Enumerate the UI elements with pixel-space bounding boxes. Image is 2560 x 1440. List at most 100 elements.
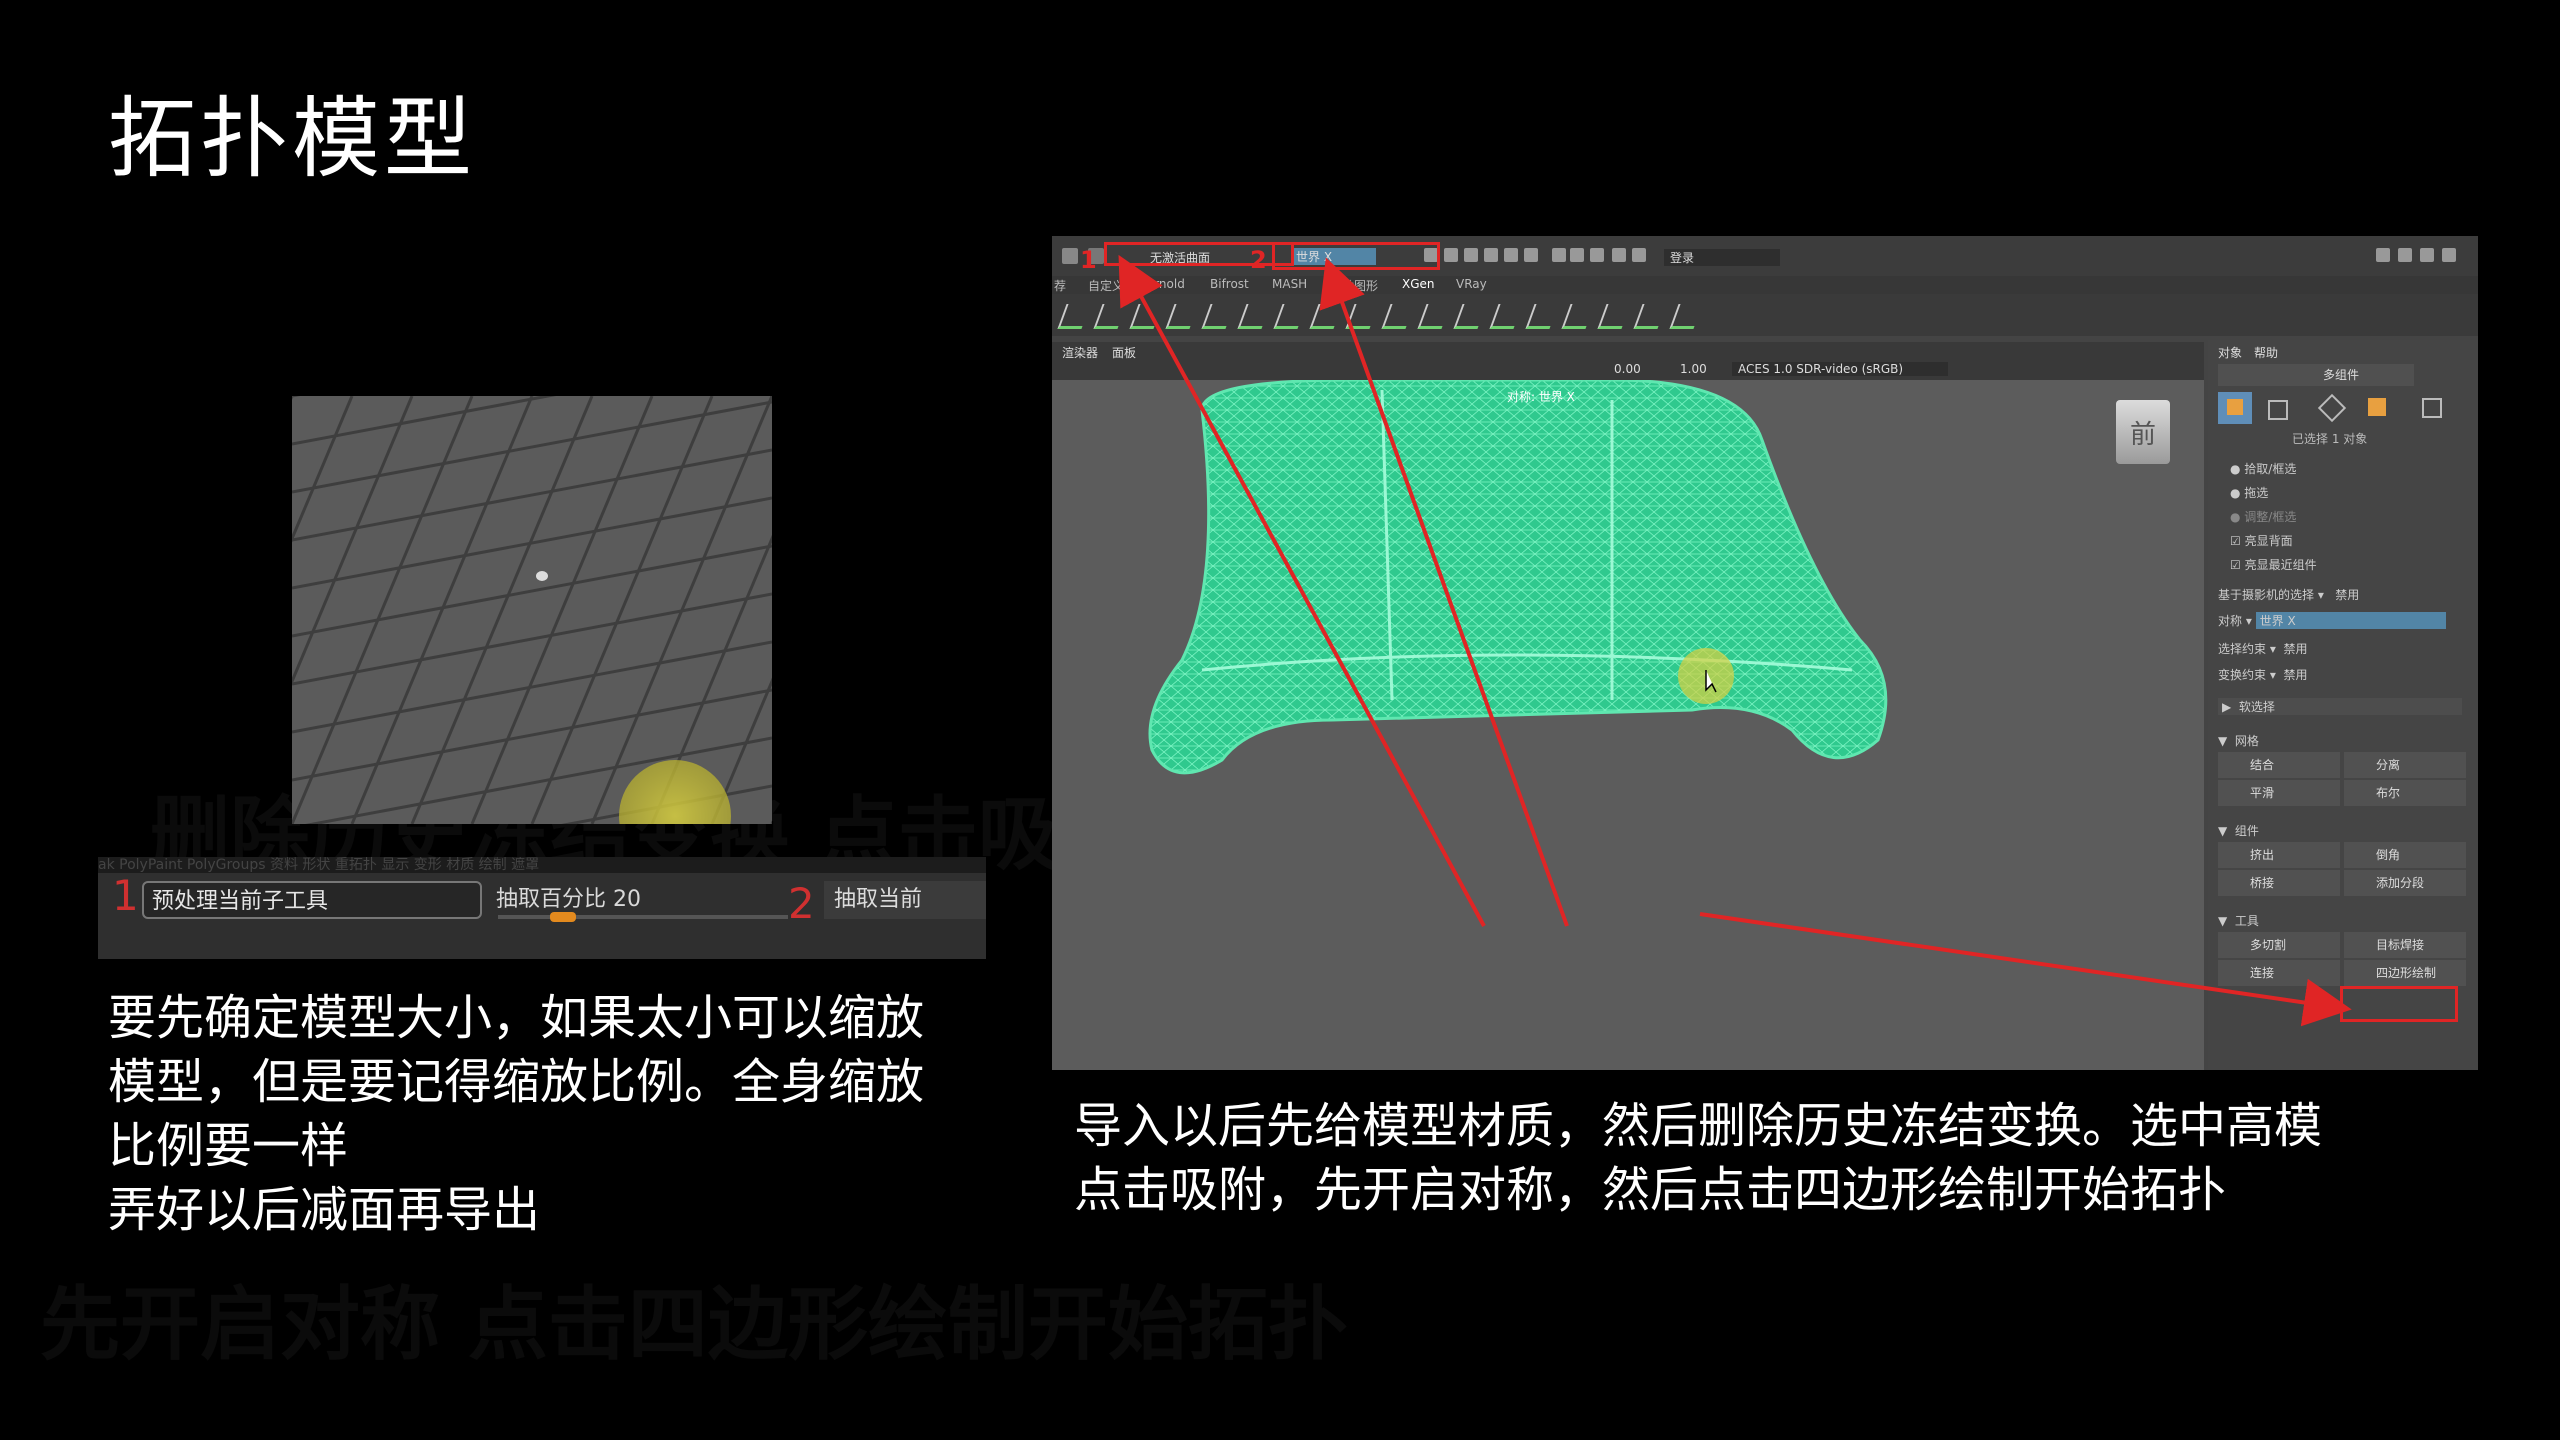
shelf-tab[interactable]: 运动图形: [1330, 277, 1378, 294]
vertex-mode-icon[interactable]: [2268, 400, 2288, 420]
preprocess-subtool-button[interactable]: 预处理当前子工具: [142, 881, 482, 919]
soft-select-section[interactable]: ▶ 软选择: [2218, 698, 2462, 715]
multi-cut-button[interactable]: 多切割: [2218, 932, 2340, 958]
toolbar-icon[interactable]: [1552, 248, 1566, 262]
annotation-number-1: 1: [1080, 246, 1097, 274]
shelf-tool-icon[interactable]: [1597, 304, 1631, 329]
transform-constraint-value: 禁用: [2283, 668, 2308, 682]
transform-constraint-row[interactable]: 变换约束 ▾ 禁用: [2218, 666, 2308, 683]
option-label: 调整/框选: [2244, 510, 2297, 524]
camera-based-selection[interactable]: 基于摄影机的选择 ▾ 禁用: [2218, 586, 2359, 603]
shelf-tab[interactable]: VRay: [1456, 277, 1487, 291]
shelf-tool-icon[interactable]: [1453, 304, 1487, 329]
shelf-tab[interactable]: 荐: [1054, 277, 1066, 294]
option-tweak-marquee[interactable]: ● 调整/框选: [2230, 508, 2296, 525]
target-weld-button[interactable]: 目标焊接: [2344, 932, 2466, 958]
shelf-tool-icon[interactable]: [1381, 304, 1415, 329]
connect-button[interactable]: 连接: [2218, 960, 2340, 986]
shelf-tab[interactable]: Bifrost: [1210, 277, 1249, 291]
add-divisions-button[interactable]: 添加分段: [2344, 870, 2466, 896]
bevel-button[interactable]: 倒角: [2344, 842, 2466, 868]
shelf-tool-icon[interactable]: [1057, 304, 1091, 329]
viewport-symmetry-label: 对称: 世界 X: [1507, 390, 1575, 404]
wireframe-mesh: [1148, 380, 1888, 775]
shelf-tool-icon[interactable]: [1489, 304, 1523, 329]
shelf-tool-icon[interactable]: [1309, 304, 1343, 329]
bridge-button[interactable]: 桥接: [2218, 870, 2340, 896]
color-space-dropdown[interactable]: ACES 1.0 SDR-video (sRGB): [1732, 362, 1948, 376]
toolbar-icon[interactable]: [2442, 248, 2456, 262]
zbrush-decimation-panel: ak PolyPaint PolyGroups 资料 形状 重拓扑 显示 变形 …: [98, 857, 986, 959]
view-cube[interactable]: 前: [2116, 400, 2170, 464]
gamma-field[interactable]: 1.00: [1680, 362, 1707, 376]
left-caption: 要先确定模型大小，如果太小可以缩放 模型，但是要记得缩放比例。全身缩放 比例要一…: [108, 986, 1028, 1242]
uv-mode-icon[interactable]: [2422, 398, 2442, 418]
select-constraint-row[interactable]: 选择约束 ▾ 禁用: [2218, 640, 2308, 657]
shelf-tool-icon[interactable]: [1237, 304, 1271, 329]
option-pick-marquee[interactable]: ● 拾取/框选: [2230, 460, 2296, 477]
shelf-tool-icon[interactable]: [1633, 304, 1667, 329]
option-highlight-backfaces[interactable]: ☑ 亮显背面: [2230, 532, 2293, 549]
option-label: 亮显背面: [2244, 534, 2293, 548]
shelf-tab[interactable]: XGen: [1402, 277, 1435, 291]
decimate-current-button[interactable]: 抽取当前: [824, 881, 986, 919]
option-drag[interactable]: ● 拖选: [2230, 484, 2268, 501]
login-dropdown[interactable]: 登录: [1664, 249, 1780, 266]
separate-button[interactable]: 分离: [2344, 752, 2466, 778]
side-tab-object[interactable]: 对象: [2218, 344, 2242, 361]
panels-menu[interactable]: 面板: [1112, 344, 1136, 361]
shelf-tool-icon[interactable]: [1417, 304, 1451, 329]
symmetry-row[interactable]: 对称 ▾ 世界 X: [2218, 612, 2446, 629]
shelf-tool-icon[interactable]: [1561, 304, 1595, 329]
toolbar-icon[interactable]: [2398, 248, 2412, 262]
face-mode-icon[interactable]: [2368, 398, 2386, 416]
shelf-tab[interactable]: MASH: [1272, 277, 1307, 291]
component-button-row: 挤出 倒角: [2218, 842, 2468, 868]
boolean-button[interactable]: 布尔: [2344, 780, 2466, 806]
maya-viewport[interactable]: 对称: 世界 X 前: [1052, 380, 2204, 1070]
mesh-section-header[interactable]: ▼ 网格: [2218, 732, 2259, 749]
shelf-tool-icon[interactable]: [1273, 304, 1307, 329]
side-tab-help[interactable]: 帮助: [2254, 344, 2278, 361]
renderer-menu[interactable]: 渲染器: [1062, 344, 1098, 361]
selection-mode-icons: [2218, 392, 2468, 424]
symmetry-value-field[interactable]: 世界 X: [2255, 612, 2446, 629]
toolbar-icon[interactable]: [1464, 248, 1478, 262]
undo-icon[interactable]: [1062, 248, 1078, 264]
toolbar-icon[interactable]: [1612, 248, 1626, 262]
toolbar-icon[interactable]: [1504, 248, 1518, 262]
extrude-button[interactable]: 挤出: [2218, 842, 2340, 868]
shelf-tool-icon[interactable]: [1129, 304, 1163, 329]
combine-button[interactable]: 结合: [2218, 752, 2340, 778]
toolbar-icon[interactable]: [1590, 248, 1604, 262]
option-highlight-nearest[interactable]: ☑ 亮显最近组件: [2230, 556, 2317, 573]
toolbar-icon[interactable]: [1524, 248, 1538, 262]
toolbar-icon[interactable]: [1570, 248, 1584, 262]
toolbar-icon[interactable]: [2376, 248, 2390, 262]
viewport-panel-bar: 渲染器 面板 0.00 1.00 ACES 1.0 SDR-video (sRG…: [1052, 342, 2204, 380]
shelf-tab[interactable]: Arnold: [1146, 277, 1185, 291]
shelf-tool-icon[interactable]: [1165, 304, 1199, 329]
toolbar-icon[interactable]: [1444, 248, 1458, 262]
toolbar-icon[interactable]: [1484, 248, 1498, 262]
quad-draw-button[interactable]: 四边形绘制: [2344, 960, 2466, 986]
shelf-tool-icon[interactable]: [1093, 304, 1127, 329]
annotation-number-3: 3: [2314, 992, 2331, 1020]
shelf-tool-icon[interactable]: [1345, 304, 1379, 329]
edge-mode-icon[interactable]: [2317, 393, 2347, 423]
shelf-tab[interactable]: 自定义: [1088, 277, 1124, 294]
toolbar-icon[interactable]: [1632, 248, 1646, 262]
small-model: [536, 571, 548, 581]
zbrush-viewport: [292, 396, 772, 824]
shelf-tool-icon[interactable]: [1669, 304, 1703, 329]
right-caption: 导入以后先给模型材质，然后删除历史冻结变换。选中高模 点击吸附，先开启对称，然后…: [1074, 1094, 2514, 1222]
exposure-field[interactable]: 0.00: [1614, 362, 1641, 376]
component-button-row: 桥接 添加分段: [2218, 870, 2468, 896]
toolbar-icon[interactable]: [2420, 248, 2434, 262]
tools-section-header[interactable]: ▼ 工具: [2218, 912, 2259, 929]
components-section-header[interactable]: ▼ 组件: [2218, 822, 2259, 839]
shelf-tool-icon[interactable]: [1525, 304, 1559, 329]
shelf-tool-icon[interactable]: [1201, 304, 1235, 329]
smooth-button[interactable]: 平滑: [2218, 780, 2340, 806]
slider-knob[interactable]: [550, 912, 576, 922]
